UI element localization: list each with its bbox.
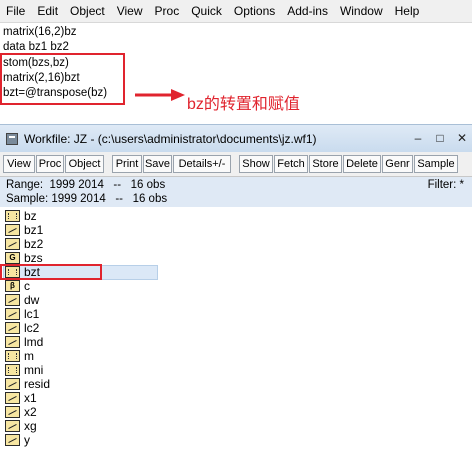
matrix-icon	[5, 266, 20, 278]
series-icon	[5, 308, 20, 320]
command-window[interactable]: matrix(16,2)bz data bz1 bz2 stom(bzs,bz)…	[0, 23, 472, 123]
show-button[interactable]: Show	[239, 155, 273, 173]
list-item[interactable]: y	[5, 433, 30, 447]
list-item[interactable]: mni	[5, 363, 43, 377]
close-icon[interactable]: ✕	[452, 130, 472, 146]
command-line[interactable]: matrix(16,2)bz	[3, 25, 77, 40]
matrix-icon	[5, 364, 20, 376]
details-button[interactable]: Details+/-	[173, 155, 231, 173]
sample-text[interactable]: Sample: 1999 2014 -- 16 obs	[6, 193, 167, 205]
list-item[interactable]: bz	[5, 209, 37, 223]
list-item[interactable]: resid	[5, 377, 50, 391]
menu-help[interactable]: Help	[389, 0, 426, 22]
list-item[interactable]: bz1	[5, 223, 43, 237]
fetch-button[interactable]: Fetch	[274, 155, 308, 173]
menu-file[interactable]: File	[0, 0, 31, 22]
workfile-window: Workfile: JZ - (c:\users\administrator\d…	[0, 124, 472, 454]
object-list: bz bz1 bz2 Gbzs bzt βc dw lc1 lc2 lmd m …	[0, 208, 472, 454]
workfile-titlebar[interactable]: Workfile: JZ - (c:\users\administrator\d…	[0, 124, 472, 152]
arrow-right-icon	[135, 89, 185, 101]
minimize-icon[interactable]: –	[408, 130, 428, 146]
list-item[interactable]: lmd	[5, 335, 43, 349]
store-button[interactable]: Store	[309, 155, 342, 173]
menu-options[interactable]: Options	[228, 0, 281, 22]
series-icon	[5, 224, 20, 236]
maximize-icon[interactable]: □	[430, 130, 450, 146]
list-item[interactable]: lc1	[5, 307, 39, 321]
highlight-box-commands	[0, 53, 125, 105]
matrix-icon	[5, 350, 20, 362]
workfile-icon	[6, 133, 18, 145]
coef-icon: β	[5, 280, 20, 292]
list-item[interactable]: dw	[5, 293, 39, 307]
menu-quick[interactable]: Quick	[185, 0, 228, 22]
list-item[interactable]: x2	[5, 405, 37, 419]
group-icon: G	[5, 252, 20, 264]
list-item[interactable]: Gbzs	[5, 251, 43, 265]
workfile-info-panel: Range: 1999 2014 -- 16 obs Sample: 1999 …	[0, 177, 472, 207]
series-icon	[5, 322, 20, 334]
list-item[interactable]: βc	[5, 279, 30, 293]
save-button[interactable]: Save	[143, 155, 172, 173]
annotation-text: bz的转置和赋值	[187, 96, 300, 113]
list-item[interactable]: m	[5, 349, 34, 363]
range-text: Range: 1999 2014 -- 16 obs	[6, 179, 166, 191]
series-icon	[5, 238, 20, 250]
series-icon	[5, 434, 20, 446]
sample-button[interactable]: Sample	[414, 155, 458, 173]
filter-text[interactable]: Filter: *	[428, 179, 464, 191]
list-item[interactable]: bz2	[5, 237, 43, 251]
workfile-toolbar: View Proc Object Print Save Details+/- S…	[0, 152, 472, 177]
menu-bar: File Edit Object View Proc Quick Options…	[0, 0, 472, 23]
genr-button[interactable]: Genr	[382, 155, 413, 173]
menu-proc[interactable]: Proc	[149, 0, 186, 22]
view-button[interactable]: View	[3, 155, 35, 173]
menu-addins[interactable]: Add-ins	[281, 0, 334, 22]
object-button[interactable]: Object	[65, 155, 104, 173]
series-icon	[5, 420, 20, 432]
series-icon	[5, 406, 20, 418]
matrix-icon	[5, 210, 20, 222]
series-icon	[5, 336, 20, 348]
series-icon	[5, 378, 20, 390]
menu-window[interactable]: Window	[334, 0, 389, 22]
proc-button[interactable]: Proc	[36, 155, 64, 173]
list-item[interactable]: xg	[5, 419, 37, 433]
workfile-title: Workfile: JZ - (c:\users\administrator\d…	[24, 132, 317, 146]
list-item[interactable]: bzt	[5, 265, 40, 279]
delete-button[interactable]: Delete	[343, 155, 381, 173]
list-item[interactable]: x1	[5, 391, 37, 405]
print-button[interactable]: Print	[112, 155, 142, 173]
menu-edit[interactable]: Edit	[31, 0, 64, 22]
series-icon	[5, 294, 20, 306]
menu-view[interactable]: View	[111, 0, 149, 22]
list-item[interactable]: lc2	[5, 321, 39, 335]
series-icon	[5, 392, 20, 404]
menu-object[interactable]: Object	[64, 0, 111, 22]
